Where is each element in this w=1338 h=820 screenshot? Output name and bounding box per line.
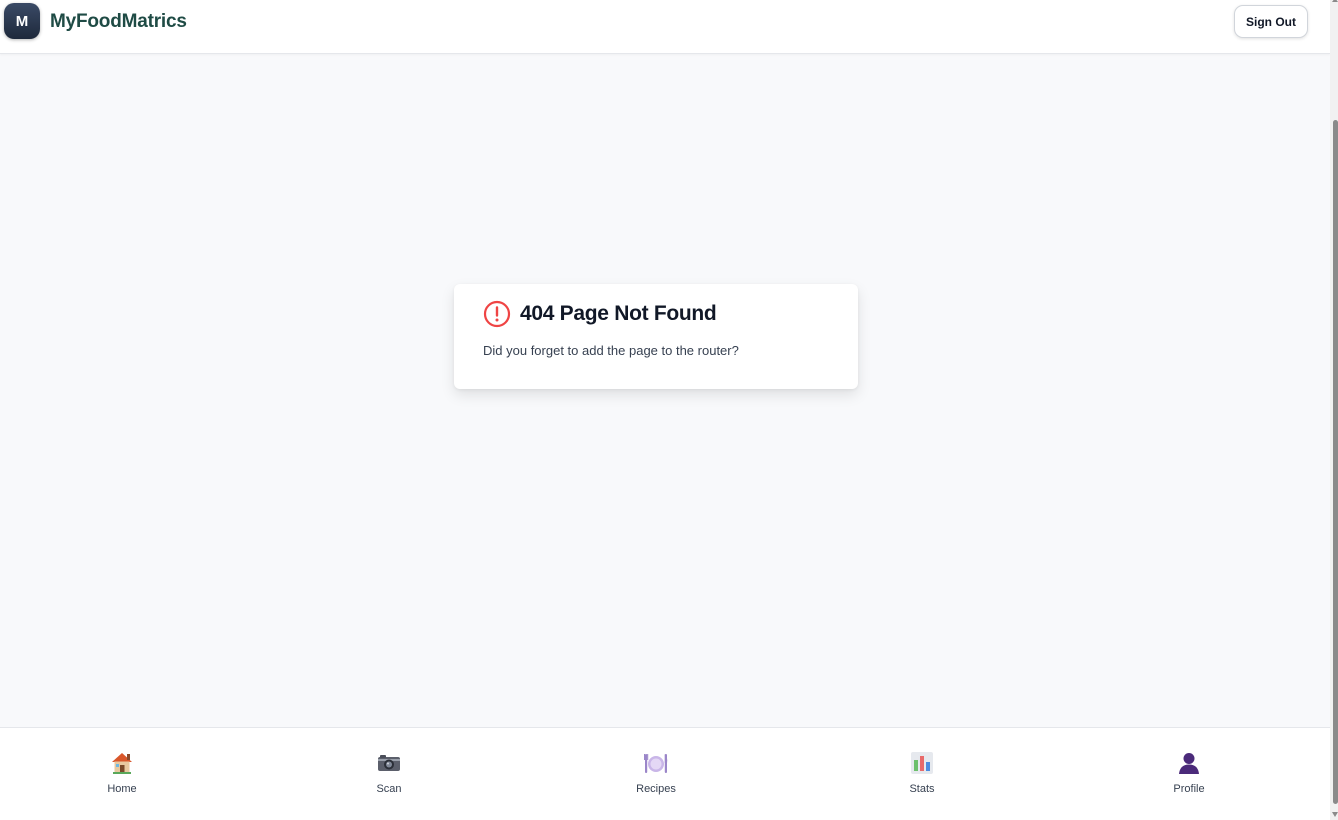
plate-icon bbox=[644, 754, 668, 773]
house-icon bbox=[112, 753, 132, 774]
nav-item-stats[interactable]: Stats bbox=[862, 750, 982, 804]
page-title: 404 Page Not Found bbox=[520, 302, 717, 325]
nav-item-home[interactable]: Home bbox=[62, 750, 182, 804]
nav-label-stats: Stats bbox=[909, 783, 935, 795]
bar-chart-icon bbox=[911, 752, 933, 774]
scroll-up-arrow[interactable] bbox=[1332, 0, 1338, 2]
top-header: M MyFoodMatrics Sign Out bbox=[0, 0, 1330, 54]
brand-name[interactable]: MyFoodMatrics bbox=[50, 11, 187, 33]
not-found-card: 404 Page Not Found Did you forget to add… bbox=[454, 284, 858, 389]
user-silhouette-icon bbox=[1179, 753, 1199, 774]
sign-out-button[interactable]: Sign Out bbox=[1234, 5, 1308, 38]
nav-label-recipes: Recipes bbox=[636, 783, 676, 795]
scroll-down-arrow[interactable] bbox=[1332, 812, 1338, 817]
scrollbar-thumb[interactable] bbox=[1333, 120, 1338, 804]
nav-label-scan: Scan bbox=[376, 783, 402, 795]
nav-label-home: Home bbox=[107, 783, 137, 795]
camera-icon bbox=[378, 755, 400, 771]
logo-badge[interactable]: M bbox=[4, 3, 40, 39]
nav-label-profile: Profile bbox=[1173, 783, 1205, 795]
bottom-nav: Home Scan Recipes Stats Profile bbox=[0, 727, 1330, 820]
nav-item-recipes[interactable]: Recipes bbox=[596, 750, 716, 804]
alert-circle-icon bbox=[483, 300, 511, 328]
nav-item-scan[interactable]: Scan bbox=[329, 750, 449, 804]
logo-letter: M bbox=[15, 12, 29, 30]
error-message: Did you forget to add the page to the ro… bbox=[483, 343, 739, 358]
nav-item-profile[interactable]: Profile bbox=[1129, 750, 1249, 804]
